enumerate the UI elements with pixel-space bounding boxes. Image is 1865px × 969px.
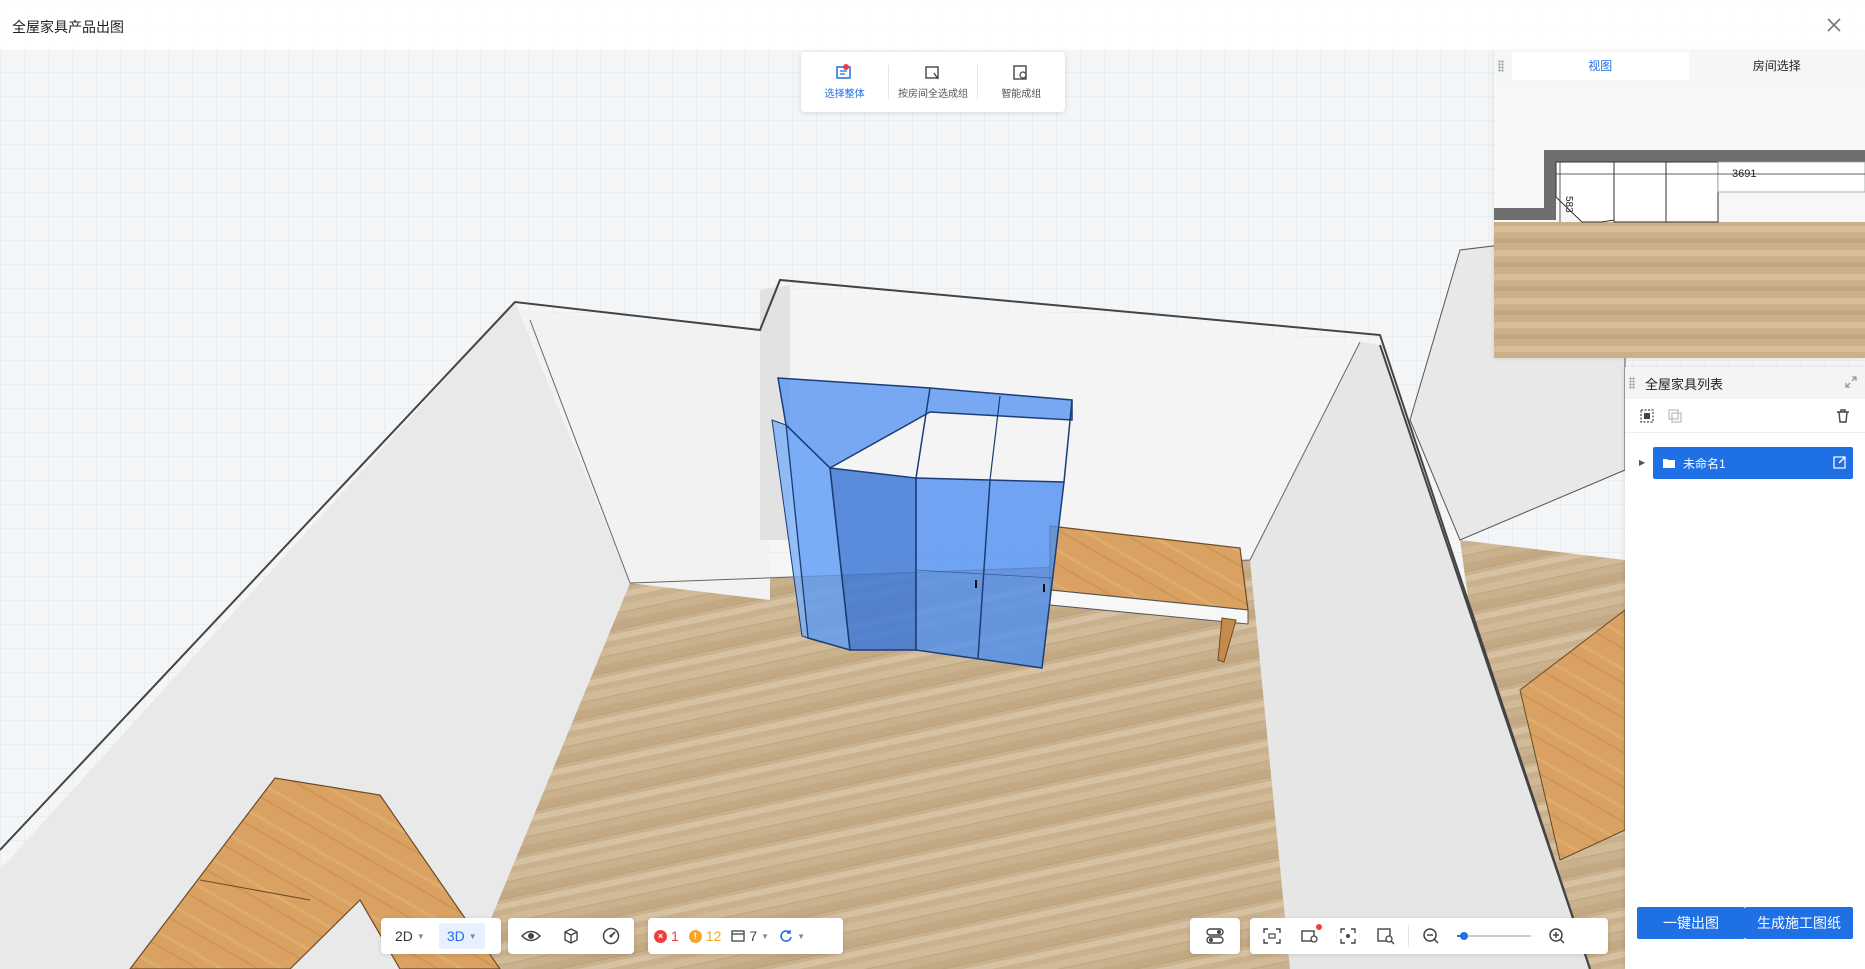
list-item[interactable]: 未命名1 <box>1653 447 1853 479</box>
furniture-list-tools <box>1625 399 1865 433</box>
zoom-out-icon <box>1423 928 1439 944</box>
view-mode-2d[interactable]: 2D ▼ <box>387 923 433 949</box>
smart-group-icon <box>1013 64 1028 80</box>
component-count[interactable]: 7 ▼ <box>731 928 769 944</box>
zoom-in-button[interactable] <box>1541 922 1573 950</box>
error-count[interactable]: × 1 <box>654 928 679 944</box>
generate-construction-drawings-button[interactable]: 生成施工图纸 <box>1745 907 1853 939</box>
sync-icon <box>780 930 792 942</box>
zoom-in-icon <box>1549 928 1565 944</box>
title-bar: 全屋家具产品出图 <box>0 0 1865 50</box>
chevron-down-icon: ▼ <box>797 931 806 941</box>
smart-group-tool[interactable]: 智能成组 <box>978 52 1065 112</box>
warning-count[interactable]: ! 12 <box>688 928 722 944</box>
status-toolbar: × 1 ! 12 7 ▼ ▼ <box>648 918 843 954</box>
zoom-out-button[interactable] <box>1415 922 1447 950</box>
select-whole-label: 选择整体 <box>824 88 865 100</box>
toolbar-divider <box>1408 925 1409 947</box>
dimension-depth-label: 583 <box>1563 196 1574 213</box>
region-capture-icon <box>1263 928 1281 944</box>
view-mode-3d[interactable]: 3D ▼ <box>438 923 485 949</box>
list-item-label: 未命名1 <box>1683 456 1726 471</box>
error-count-value: 1 <box>671 928 679 944</box>
window-title: 全屋家具产品出图 <box>12 19 124 35</box>
cube-layers-icon <box>564 928 578 944</box>
drag-handle-icon[interactable] <box>1629 377 1635 389</box>
view-panel: 视图 房间选择 3691 583 <box>1494 50 1865 358</box>
sync-dropdown[interactable]: ▼ <box>779 929 805 943</box>
selection-toolbar: 选择整体 按房间全选成组 智能成组 <box>801 52 1065 112</box>
one-click-render-button[interactable]: 一键出图 <box>1637 907 1745 939</box>
tree-expand-arrow-icon[interactable]: ▶ <box>1639 458 1645 467</box>
drag-handle-icon[interactable] <box>1498 60 1504 72</box>
new-badge-dot <box>1316 924 1322 930</box>
material-button[interactable] <box>555 922 587 950</box>
toggle-settings-icon <box>1206 928 1224 944</box>
plan-minimap[interactable]: 3691 583 <box>1494 82 1865 358</box>
select-whole-tool[interactable]: 选择整体 <box>801 52 888 112</box>
room-group-tool[interactable]: 按房间全选成组 <box>889 52 976 112</box>
chevron-down-icon: ▼ <box>416 931 425 941</box>
smart-group-label: 智能成组 <box>1001 88 1042 100</box>
chevron-down-icon: ▼ <box>761 931 770 941</box>
zoom-slider-knob[interactable] <box>1460 932 1469 940</box>
select-all-icon[interactable] <box>1639 408 1655 424</box>
focus-button[interactable] <box>1332 922 1364 950</box>
camera-settings-button[interactable] <box>1294 922 1326 950</box>
folder-icon <box>1663 459 1675 468</box>
view-mode-3d-label: 3D <box>446 928 465 944</box>
copy-group-icon[interactable] <box>1667 408 1683 424</box>
trash-icon[interactable] <box>1835 408 1851 424</box>
display-toolbar <box>508 918 634 954</box>
expand-icon[interactable] <box>1845 376 1857 388</box>
tab-room-select[interactable]: 房间选择 <box>1689 52 1865 80</box>
zoom-slider[interactable] <box>1457 932 1531 940</box>
close-icon <box>1827 18 1841 32</box>
furniture-list-title: 全屋家具列表 <box>1645 376 1724 392</box>
focus-icon <box>1340 928 1356 944</box>
panel-action-buttons: 一键出图 生成施工图纸 <box>1637 907 1853 939</box>
room-select-icon <box>925 65 939 79</box>
component-icon <box>731 930 746 942</box>
settings-toolbar <box>1190 918 1240 954</box>
gauge-icon <box>602 927 620 945</box>
edit-icon[interactable] <box>1833 455 1847 469</box>
furniture-list-header: 全屋家具列表 <box>1625 367 1865 399</box>
error-icon: × <box>654 929 667 943</box>
settings-toggle-button[interactable] <box>1199 922 1231 950</box>
dimension-width-label: 3691 <box>1732 168 1756 180</box>
component-count-value: 7 <box>749 928 758 944</box>
camera-toolbar <box>1250 918 1608 954</box>
search-page-icon <box>1377 928 1395 945</box>
warning-count-value: 12 <box>705 928 722 944</box>
close-button[interactable] <box>1821 12 1847 38</box>
furniture-list-panel: 全屋家具列表 ▶ 未命名1 一键出图 生成施工图纸 <box>1625 367 1865 969</box>
visibility-button[interactable] <box>515 922 547 950</box>
eye-icon <box>521 930 541 942</box>
view-mode-2d-label: 2D <box>395 928 413 944</box>
new-badge-dot <box>843 64 849 70</box>
screenshot-region-button[interactable] <box>1256 922 1288 950</box>
chevron-down-icon: ▼ <box>468 931 477 941</box>
minimap-floor <box>1494 222 1865 358</box>
view-mode-toolbar: 2D ▼ 3D ▼ <box>381 918 501 954</box>
preview-button[interactable] <box>1370 922 1402 950</box>
tab-view[interactable]: 视图 <box>1512 52 1689 80</box>
render-quality-button[interactable] <box>595 922 627 950</box>
warning-icon: ! <box>688 929 702 943</box>
room-group-label: 按房间全选成组 <box>897 88 968 100</box>
view-tabs: 视图 房间选择 <box>1494 50 1865 82</box>
